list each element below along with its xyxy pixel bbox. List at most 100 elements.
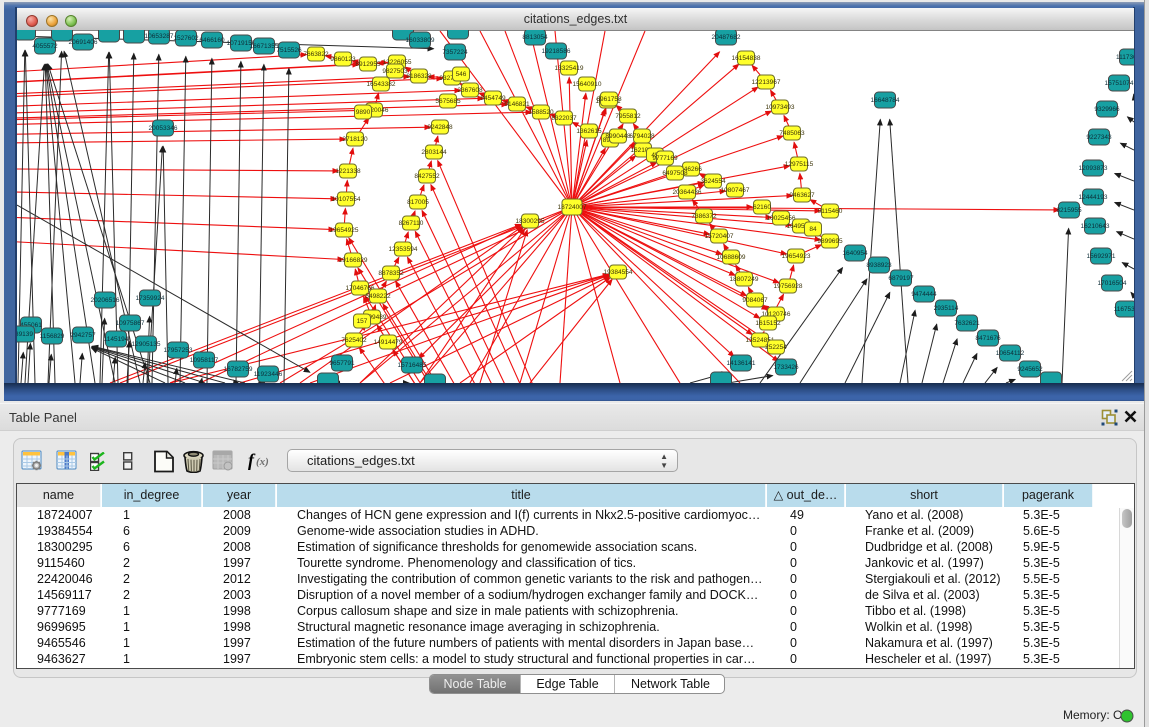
svg-text:19756928: 19756928 xyxy=(774,283,803,290)
svg-text:1362615: 1362615 xyxy=(576,128,602,135)
svg-text:8186328: 8186328 xyxy=(406,73,432,80)
svg-text:1156829: 1156829 xyxy=(40,333,65,340)
svg-text:9777169: 9777169 xyxy=(652,155,678,162)
svg-text:2935114: 2935114 xyxy=(934,305,959,312)
svg-text:7386372: 7386372 xyxy=(691,213,717,220)
svg-text:6879197: 6879197 xyxy=(888,275,914,282)
svg-text:7357224: 7357224 xyxy=(442,49,468,56)
svg-text:12093873: 12093873 xyxy=(1079,165,1108,172)
svg-text:18724007: 18724007 xyxy=(558,204,587,211)
svg-text:20364436: 20364436 xyxy=(673,189,702,196)
svg-text:18807249: 18807249 xyxy=(730,276,759,283)
svg-text:11923446: 11923446 xyxy=(254,371,283,378)
svg-text:14136141: 14136141 xyxy=(727,360,756,367)
svg-text:17359924: 17359924 xyxy=(136,295,165,302)
svg-text:16033809: 16033809 xyxy=(406,37,435,44)
svg-text:20206516: 20206516 xyxy=(91,297,120,304)
svg-text:9827503: 9827503 xyxy=(382,68,408,75)
svg-text:9245652: 9245652 xyxy=(1017,366,1043,373)
svg-text:10653287: 10653287 xyxy=(145,33,174,40)
svg-text:19218586: 19218586 xyxy=(542,48,571,55)
svg-text:5675685: 5675685 xyxy=(435,98,461,105)
svg-text:62160: 62160 xyxy=(753,204,771,211)
svg-text:6961758: 6961758 xyxy=(596,96,622,103)
svg-text:1145194: 1145194 xyxy=(104,336,129,343)
svg-text:8454749: 8454749 xyxy=(480,95,506,102)
svg-text:6466160: 6466160 xyxy=(199,37,225,44)
svg-text:4055572: 4055572 xyxy=(32,43,58,50)
svg-text:9242848: 9242848 xyxy=(427,124,453,131)
svg-text:20691406: 20691406 xyxy=(69,39,98,46)
svg-text:20487682: 20487682 xyxy=(712,34,741,41)
svg-text:15640910: 15640910 xyxy=(573,81,602,88)
svg-text:12975115: 12975115 xyxy=(785,161,814,168)
svg-text:1167533: 1167533 xyxy=(1114,306,1134,313)
svg-text:9329966: 9329966 xyxy=(1094,106,1120,113)
svg-text:9146821: 9146821 xyxy=(504,101,530,108)
svg-text:f: f xyxy=(248,450,256,470)
svg-text:12213967: 12213967 xyxy=(752,79,781,86)
svg-text:7632621: 7632621 xyxy=(954,320,980,327)
svg-text:8322037: 8322037 xyxy=(551,115,577,122)
svg-text:15720407: 15720407 xyxy=(705,233,734,240)
svg-text:8990448: 8990448 xyxy=(605,133,631,140)
svg-text:19654925: 19654925 xyxy=(330,227,359,234)
svg-text:17957253: 17957253 xyxy=(164,347,193,354)
svg-text:1640954: 1640954 xyxy=(842,250,868,257)
svg-text:2367608: 2367608 xyxy=(457,87,483,94)
svg-text:6497508: 6497508 xyxy=(662,170,688,177)
svg-text:7663822: 7663822 xyxy=(303,51,329,58)
svg-text:10973493: 10973493 xyxy=(766,104,795,111)
svg-text:10688609: 10688609 xyxy=(717,254,746,261)
svg-text:18300295: 18300295 xyxy=(516,218,545,225)
svg-text:9890: 9890 xyxy=(356,109,371,116)
svg-text:19384554: 19384554 xyxy=(604,269,633,276)
svg-text:19166829: 19166829 xyxy=(339,257,368,264)
svg-text:9860123: 9860123 xyxy=(330,56,356,63)
svg-text:16543382: 16543382 xyxy=(367,81,396,88)
svg-text:7515526: 7515526 xyxy=(276,47,302,54)
svg-text:15716485: 15716485 xyxy=(398,362,427,369)
svg-text:15692971: 15692971 xyxy=(1087,253,1116,260)
svg-text:13325419: 13325419 xyxy=(555,65,584,72)
svg-text:9463627: 9463627 xyxy=(789,192,815,199)
svg-text:9899695: 9899695 xyxy=(817,238,843,245)
svg-text:39139: 39139 xyxy=(17,331,33,338)
svg-text:5498222: 5498222 xyxy=(365,293,391,300)
svg-text:546: 546 xyxy=(456,71,467,78)
svg-text:16648784: 16648784 xyxy=(871,97,900,104)
svg-text:16671355: 16671355 xyxy=(250,43,279,50)
svg-text:10807467: 10807467 xyxy=(721,187,750,194)
svg-text:7625402: 7625402 xyxy=(341,337,367,344)
svg-text:8427552: 8427552 xyxy=(414,173,440,180)
svg-text:19654923: 19654923 xyxy=(782,253,811,260)
svg-text:8813054: 8813054 xyxy=(522,34,548,41)
svg-text:9227343: 9227343 xyxy=(1086,134,1112,141)
svg-text:12444193: 12444193 xyxy=(1079,194,1108,201)
svg-text:9474444: 9474444 xyxy=(911,291,937,298)
svg-text:17016504: 17016504 xyxy=(1098,280,1127,287)
svg-text:84: 84 xyxy=(809,226,817,233)
svg-text:9084067: 9084067 xyxy=(742,297,768,304)
svg-text:2718120: 2718120 xyxy=(342,136,368,143)
svg-text:8471676: 8471676 xyxy=(975,335,1001,342)
svg-text:7955812: 7955812 xyxy=(615,113,641,120)
svg-text:11173044: 11173044 xyxy=(1116,54,1134,61)
svg-text:817005: 817005 xyxy=(407,199,429,206)
svg-text:157: 157 xyxy=(357,318,368,325)
svg-text:2942757: 2942757 xyxy=(70,332,96,339)
svg-text:16210643: 16210643 xyxy=(1081,223,1110,230)
svg-text:8938923: 8938923 xyxy=(866,262,892,269)
svg-text:10958117: 10958117 xyxy=(190,357,219,364)
svg-text:7485063: 7485063 xyxy=(779,130,805,137)
svg-text:8267110: 8267110 xyxy=(399,220,424,227)
svg-text:10654112: 10654112 xyxy=(996,350,1025,357)
svg-text:1527602: 1527602 xyxy=(173,35,199,42)
svg-text:252254: 252254 xyxy=(765,344,787,351)
svg-text:6794028: 6794028 xyxy=(629,133,655,140)
svg-text:15751074: 15751074 xyxy=(1105,80,1134,87)
svg-text:10107554: 10107554 xyxy=(332,196,361,203)
svg-text:10975867: 10975867 xyxy=(116,320,145,327)
svg-text:16154838: 16154838 xyxy=(732,55,761,62)
svg-text:1221338: 1221338 xyxy=(335,168,361,175)
